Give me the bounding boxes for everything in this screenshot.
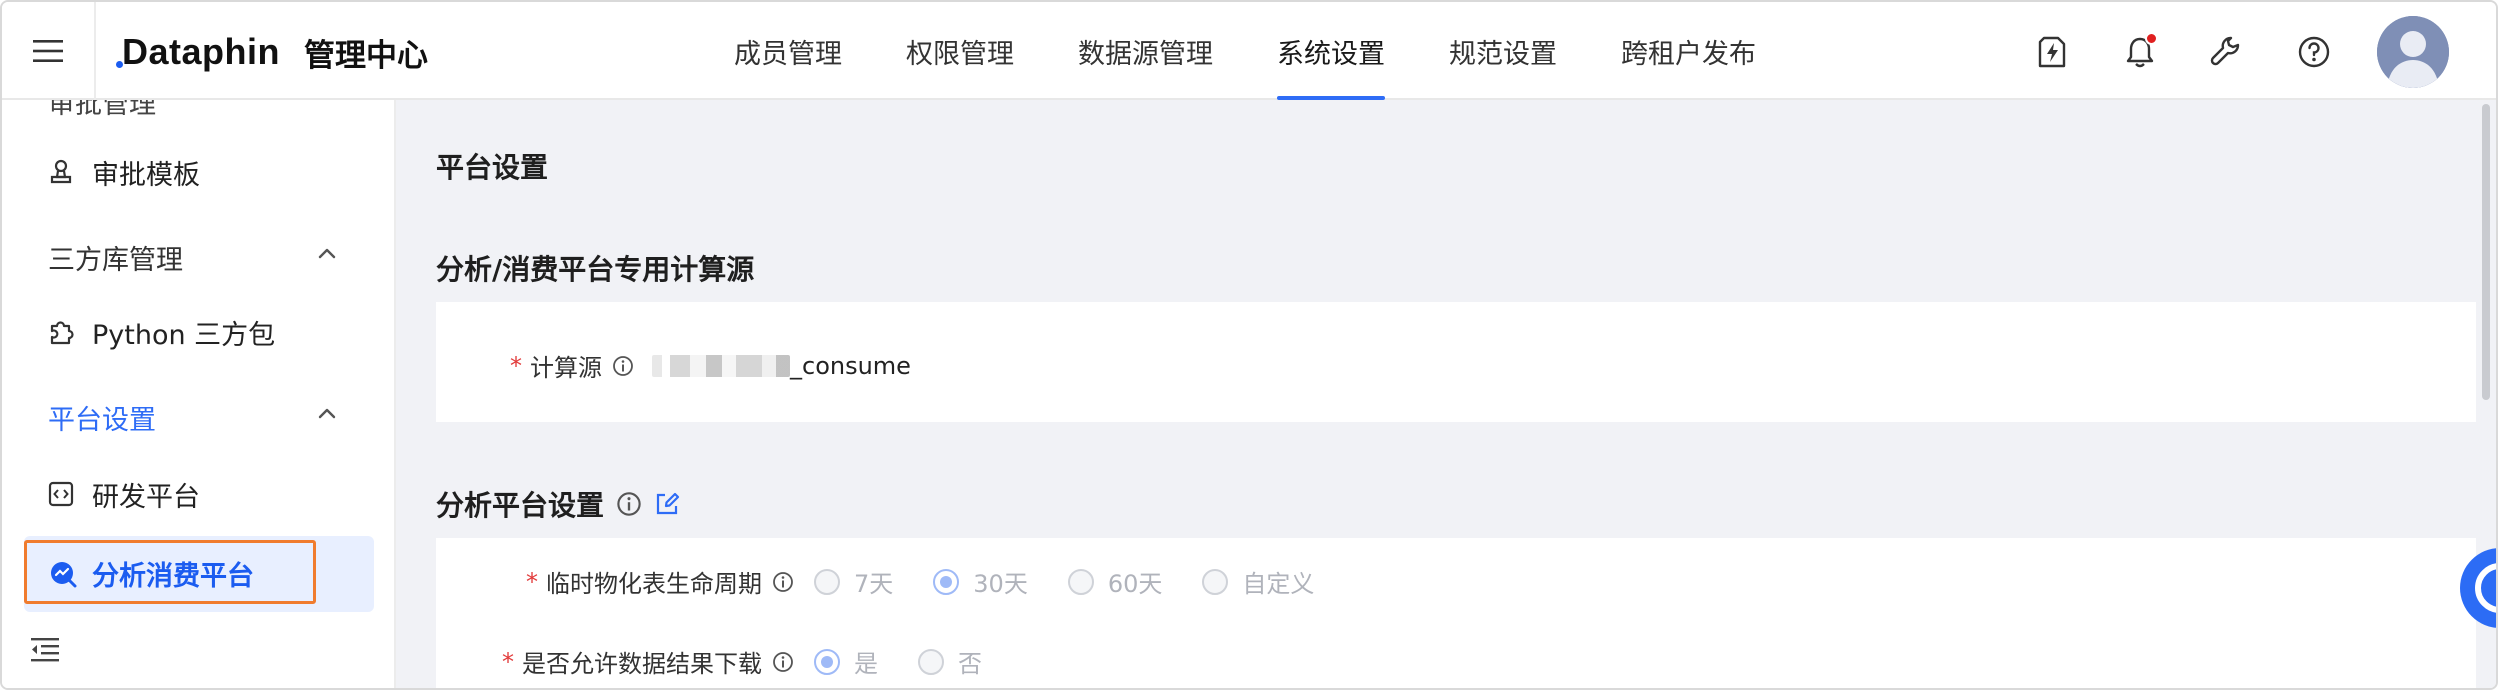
brand-subtitle: 管理中心 <box>304 37 429 74</box>
chevron-up-icon[interactable] <box>312 398 342 428</box>
lifecycle-option-custom[interactable]: 自定义 <box>1202 564 1314 599</box>
chat-icon <box>2475 563 2496 613</box>
compute-section-title-text: 分析/消费平台专用计算源 <box>436 253 755 286</box>
app-window: Dataphin 管理中心 成员管理 权限管理 数据源管理 系统设置 规范设置 … <box>0 0 2498 690</box>
brand-dot <box>116 61 123 68</box>
notification-badge <box>2145 32 2158 45</box>
required-marker: * <box>510 351 522 380</box>
menu-toggle-button[interactable] <box>2 2 96 100</box>
sidebar-item-label: 研发平台 <box>92 481 200 513</box>
compute-source-card: * 计算源 _consume <box>436 302 2476 422</box>
lifecycle-row: * 临时物化表生命周期 7天 30天 60天 自定义 <box>526 564 1354 599</box>
download-row: * 是否允许数据结果下载 是 否 <box>502 644 1022 679</box>
code-icon <box>44 477 78 511</box>
page-title: 平台设置 <box>436 151 549 184</box>
info-icon[interactable] <box>616 491 642 517</box>
sidebar-item-label: 分析消费平台 <box>92 561 254 592</box>
chevron-up-icon[interactable] <box>312 238 342 268</box>
avatar-icon <box>2377 16 2449 88</box>
radio-label: 30天 <box>973 570 1028 598</box>
lifecycle-option-30d[interactable]: 30天 <box>933 564 1028 599</box>
brand-logo: Dataphin <box>116 31 280 73</box>
menu-icon <box>33 40 63 62</box>
analysis-section-title-text: 分析平台设置 <box>436 489 605 522</box>
radio-label: 是 <box>854 650 878 678</box>
lifecycle-label: 临时物化表生命周期 <box>546 570 762 598</box>
vertical-scrollbar[interactable] <box>2482 104 2490 400</box>
radio-dot <box>1202 568 1229 595</box>
flash-button[interactable] <box>2032 32 2072 72</box>
puzzle-icon <box>44 315 78 349</box>
radio-label: 60天 <box>1107 570 1163 598</box>
main-content: 平台设置 分析/消费平台专用计算源 * 计算源 _consume 分析平台设置 <box>396 100 2496 688</box>
flash-icon <box>2038 36 2066 68</box>
sidebar-item-dev-platform[interactable]: 研发平台 <box>2 464 394 524</box>
download-label: 是否允许数据结果下载 <box>522 650 762 678</box>
user-avatar[interactable] <box>2377 16 2449 88</box>
tools-button[interactable] <box>2206 32 2246 72</box>
nav-item-standards[interactable]: 规范设置 <box>1417 2 1589 100</box>
download-option-yes[interactable]: 是 <box>814 644 878 679</box>
required-marker: * <box>526 567 538 596</box>
sidebar-group-approval-cut[interactable]: 审批管理 <box>48 100 156 121</box>
info-icon[interactable] <box>772 651 794 673</box>
radio-dot <box>918 648 944 675</box>
radio-dot <box>814 648 840 675</box>
info-icon[interactable] <box>612 355 634 377</box>
radio-label: 否 <box>958 650 982 678</box>
analysis-section-title: 分析平台设置 <box>436 484 680 524</box>
sidebar-group-third-party-libs[interactable]: 三方库管理 <box>48 238 183 277</box>
compute-source-row: * 计算源 _consume <box>510 348 911 383</box>
notifications-button[interactable] <box>2120 32 2160 72</box>
required-marker: * <box>502 647 514 676</box>
info-icon[interactable] <box>772 571 794 593</box>
lifecycle-option-60d[interactable]: 60天 <box>1067 564 1163 599</box>
lifecycle-option-7d[interactable]: 7天 <box>814 564 893 599</box>
radio-dot <box>1067 568 1094 595</box>
floating-help-button[interactable] <box>2460 548 2496 628</box>
masked-compute-source-name <box>652 354 790 377</box>
download-radio-group: 是 否 <box>814 644 1022 679</box>
nav-item-datasources[interactable]: 数据源管理 <box>1046 2 1245 100</box>
help-button[interactable] <box>2294 32 2334 72</box>
analysis-settings-card: * 临时物化表生命周期 7天 30天 60天 自定义 * 是否允许数据结果下载 <box>436 538 2476 688</box>
help-icon <box>2298 36 2330 68</box>
top-header: Dataphin 管理中心 成员管理 权限管理 数据源管理 系统设置 规范设置 … <box>2 2 2496 100</box>
top-nav: 成员管理 权限管理 数据源管理 系统设置 规范设置 跨租户发布 <box>702 2 1788 100</box>
nav-item-cross-tenant-publish[interactable]: 跨租户发布 <box>1589 2 1788 100</box>
compute-section-title: 分析/消费平台专用计算源 <box>436 248 754 288</box>
approval-stamp-icon <box>44 155 78 189</box>
sidebar-group-platform-settings[interactable]: 平台设置 <box>48 398 156 437</box>
nav-item-members[interactable]: 成员管理 <box>702 2 874 100</box>
sidebar-item-label: 审批模板 <box>92 159 200 191</box>
nav-item-system-settings[interactable]: 系统设置 <box>1245 2 1417 100</box>
sidebar-item-approval-template[interactable]: 审批模板 <box>2 142 394 202</box>
nav-item-permissions[interactable]: 权限管理 <box>874 2 1046 100</box>
compute-source-label: 计算源 <box>530 354 602 382</box>
radio-label: 自定义 <box>1242 570 1315 598</box>
compute-source-value: _consume <box>790 351 911 380</box>
brand-logo-text: Dataphin <box>122 31 281 72</box>
brand[interactable]: Dataphin 管理中心 <box>116 30 428 74</box>
radio-label: 7天 <box>854 570 894 598</box>
edit-icon[interactable] <box>654 491 680 517</box>
sidebar: 审批管理 审批模板 三方库管理 Python 三方包 平台设置 研发平台 分析消… <box>2 100 396 688</box>
analysis-icon <box>48 559 78 589</box>
sidebar-item-analysis-platform[interactable]: 分析消费平台 <box>24 536 374 612</box>
sidebar-item-label: Python 三方包 <box>92 319 276 351</box>
lifecycle-radio-group: 7天 30天 60天 自定义 <box>814 564 1354 599</box>
sidebar-item-python-packages[interactable]: Python 三方包 <box>2 302 394 362</box>
download-option-no[interactable]: 否 <box>918 644 982 679</box>
radio-dot <box>814 568 840 595</box>
wrench-icon <box>2210 36 2240 66</box>
collapse-sidebar-icon[interactable] <box>28 632 62 666</box>
radio-dot <box>933 568 960 595</box>
